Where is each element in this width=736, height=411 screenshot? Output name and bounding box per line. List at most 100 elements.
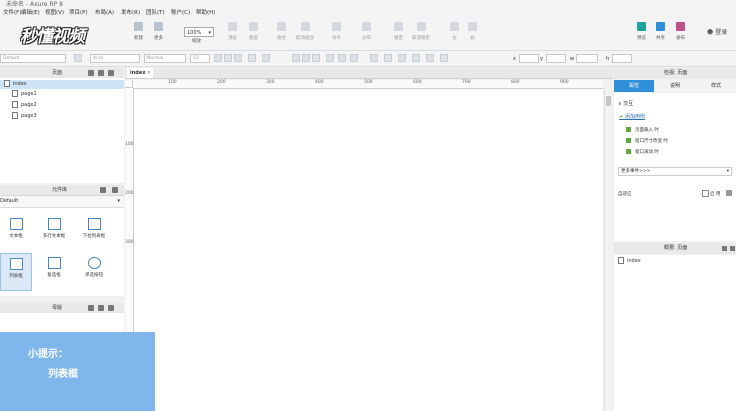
watermark-logo: 秒懂视频 — [20, 27, 85, 47]
align-button[interactable]: 对齐 — [332, 22, 341, 41]
left-icon — [450, 22, 459, 31]
unlock-button[interactable]: 取消锁定 — [412, 22, 430, 41]
tab-properties[interactable]: 属性 — [614, 80, 654, 92]
canvas-scrollbar[interactable] — [604, 88, 613, 411]
page-item-index[interactable]: index — [0, 80, 124, 89]
adaptive-settings-icon[interactable] — [726, 190, 732, 196]
menu-help[interactable]: 帮助(H) — [196, 9, 215, 18]
widget-textarea[interactable]: 多行文本框 — [38, 218, 70, 239]
tab-notes[interactable]: 说明 — [655, 80, 695, 92]
share-button[interactable]: 共享 — [656, 22, 665, 41]
align-right-icon[interactable] — [312, 54, 320, 62]
widget-checkbox[interactable]: 复选框 — [38, 257, 70, 278]
lock-button[interactable]: 锁定 — [394, 22, 403, 41]
library-select[interactable]: Default ▾ — [0, 196, 124, 208]
tab-index[interactable]: index × — [127, 68, 153, 78]
more-button[interactable]: 更多 — [154, 22, 163, 41]
search-icon[interactable] — [112, 187, 118, 193]
font-color-icon[interactable] — [248, 54, 256, 62]
scrollbar-thumb[interactable] — [606, 96, 611, 106]
close-icon[interactable]: × — [147, 68, 151, 78]
bring-front-button[interactable]: 顶层 — [228, 22, 237, 41]
list-icon[interactable] — [262, 54, 270, 62]
add-case-link[interactable]: + 添加用例 — [619, 113, 645, 120]
login-button[interactable]: ☻ 登录 — [707, 27, 727, 36]
widget-radio[interactable]: 单选按钮 — [78, 257, 110, 278]
shadow-icon[interactable] — [384, 54, 392, 62]
widget-droplist[interactable]: 下拉列表框 — [78, 218, 110, 239]
tab-style[interactable]: 样式 — [696, 80, 736, 92]
event-label: 窗口尺寸改变 时 — [635, 139, 668, 144]
zoom-select[interactable]: 100% ▾ — [184, 27, 214, 37]
align-center-icon[interactable] — [302, 54, 310, 62]
ruler-tick-label: 200 — [125, 191, 134, 196]
publish-button[interactable]: 发布 — [676, 22, 685, 41]
new-button[interactable]: 新建 — [134, 22, 143, 41]
menu-account[interactable]: 账户(C) — [171, 9, 190, 18]
menu-view[interactable]: 视图(V) — [45, 9, 64, 18]
weight-select[interactable]: Normal — [144, 54, 186, 63]
italic-icon[interactable] — [224, 54, 232, 62]
search-icon[interactable] — [108, 305, 114, 311]
menu-icon[interactable] — [100, 187, 106, 193]
valign-middle-icon[interactable] — [338, 54, 346, 62]
menu-file[interactable]: 文件(F) — [3, 9, 21, 18]
border-style-icon[interactable] — [426, 54, 434, 62]
add-page-icon[interactable] — [88, 70, 94, 76]
underline-icon[interactable] — [234, 54, 242, 62]
format-painter-icon[interactable] — [74, 54, 82, 62]
page-icon — [4, 80, 10, 87]
valign-top-icon[interactable] — [326, 54, 334, 62]
x-input[interactable] — [519, 54, 539, 63]
right-button[interactable]: 右 — [468, 22, 477, 41]
search-icon[interactable] — [108, 70, 114, 76]
more-events-label: 更多事件>>> — [621, 169, 651, 174]
page-item-page1[interactable]: page1 — [12, 90, 37, 99]
menu-team[interactable]: 团队(T) — [146, 9, 165, 18]
event-window-resize[interactable]: 窗口尺寸改变 时 — [626, 138, 668, 144]
font-select[interactable]: Arial — [90, 54, 140, 63]
preview-button[interactable]: 预览 — [637, 22, 646, 41]
add-master-icon[interactable] — [88, 305, 94, 311]
send-back-icon — [249, 22, 258, 31]
page-item-page2[interactable]: page2 — [12, 101, 37, 110]
menu-publish[interactable]: 发布(R) — [121, 9, 140, 18]
style-select[interactable]: Default — [0, 54, 66, 63]
arrow-style-icon[interactable] — [440, 54, 448, 62]
h-input[interactable] — [612, 54, 632, 63]
enable-checkbox[interactable] — [702, 190, 709, 197]
design-canvas[interactable] — [134, 89, 603, 411]
y-input[interactable] — [546, 54, 566, 63]
group-button[interactable]: 组合 — [277, 22, 286, 41]
left-button[interactable]: 左 — [450, 22, 459, 41]
more-events-select[interactable]: 更多事件>>> ▾ — [618, 167, 732, 176]
right-icon — [468, 22, 477, 31]
send-back-button[interactable]: 底层 — [249, 22, 258, 41]
bold-icon[interactable] — [214, 54, 222, 62]
event-page-load[interactable]: 页面载入 时 — [626, 127, 659, 133]
distribute-button[interactable]: 分布 — [362, 22, 371, 41]
add-folder-icon[interactable] — [98, 305, 104, 311]
align-left-icon[interactable] — [292, 54, 300, 62]
valign-bottom-icon[interactable] — [350, 54, 358, 62]
menu-edit[interactable]: 编辑(E) — [21, 9, 40, 18]
widget-listbox[interactable]: 列表框 — [0, 253, 32, 291]
font-size-select[interactable]: 13 — [190, 54, 210, 63]
outline-item-index[interactable]: index — [618, 257, 641, 266]
search-icon[interactable] — [730, 246, 735, 251]
page-item-page3[interactable]: page3 — [12, 112, 37, 121]
menu-layout[interactable]: 布局(A) — [95, 9, 114, 18]
event-window-scroll[interactable]: 窗口滚动 时 — [626, 149, 659, 155]
ungroup-button[interactable]: 取消组合 — [296, 22, 314, 41]
add-folder-icon[interactable] — [98, 70, 104, 76]
w-input[interactable] — [576, 54, 598, 63]
preview-label: 预览 — [637, 36, 646, 41]
zoom-value: 100% — [187, 30, 202, 36]
fill-color-icon[interactable] — [370, 54, 378, 62]
menu-project[interactable]: 项目(P) — [69, 9, 88, 18]
filter-icon[interactable] — [722, 246, 727, 251]
widget-textbox[interactable]: 文本框 — [0, 218, 32, 239]
border-color-icon[interactable] — [398, 54, 406, 62]
border-width-icon[interactable] — [412, 54, 420, 62]
h-label: h — [606, 56, 610, 62]
